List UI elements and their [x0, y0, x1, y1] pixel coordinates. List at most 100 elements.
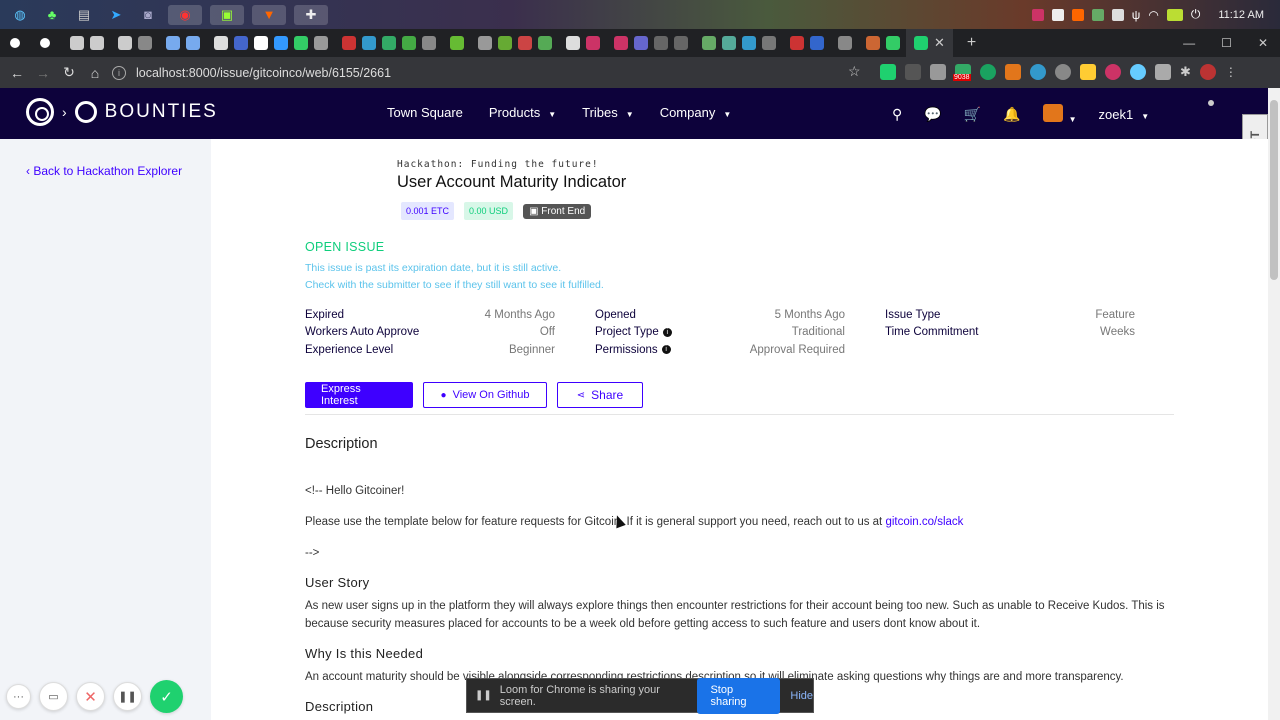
forward-icon[interactable]: →: [30, 65, 56, 81]
site-info-icon[interactable]: i: [112, 65, 126, 80]
tray-app-icon[interactable]: [1111, 8, 1124, 21]
tab-favicon[interactable]: [478, 36, 492, 50]
scrollbar-thumb[interactable]: [1270, 100, 1278, 280]
slack-icon[interactable]: ✚: [294, 4, 328, 25]
battery-icon[interactable]: [1166, 8, 1183, 21]
tab-favicon[interactable]: [118, 36, 132, 50]
bookmark-star-icon[interactable]: ☆: [848, 63, 861, 80]
files-icon[interactable]: ▤: [72, 5, 96, 25]
user-menu[interactable]: zoek1 ▼: [1099, 107, 1150, 122]
info-icon[interactable]: i: [661, 345, 671, 355]
tab-favicon[interactable]: [362, 36, 376, 50]
extension-icon[interactable]: [1155, 64, 1171, 80]
discord-icon[interactable]: ◙: [136, 5, 160, 25]
deepin-icon[interactable]: ◍: [8, 5, 32, 25]
tab-favicon[interactable]: [166, 36, 180, 50]
tab-favicon[interactable]: [702, 36, 716, 50]
telegram-icon[interactable]: ➤: [104, 5, 128, 25]
slack-link[interactable]: gitcoin.co/slack: [885, 516, 963, 528]
tab-favicon[interactable]: [234, 36, 248, 50]
tab-favicon[interactable]: [654, 36, 668, 50]
close-window-icon[interactable]: ✕: [1258, 36, 1268, 50]
tray-app-icon[interactable]: [1031, 8, 1044, 21]
grammarly-icon[interactable]: [980, 64, 996, 80]
back-icon[interactable]: ←: [4, 65, 30, 81]
tab-favicon[interactable]: [518, 36, 532, 50]
tab-favicon[interactable]: [90, 36, 104, 50]
tab-favicon[interactable]: [402, 36, 416, 50]
tab-favicon[interactable]: [886, 36, 900, 50]
chat-icon[interactable]: 💬: [924, 106, 941, 123]
cart-icon[interactable]: 🛒: [964, 106, 981, 123]
info-icon[interactable]: i: [662, 327, 672, 337]
pause-icon[interactable]: ❚❚: [113, 682, 142, 711]
tab-active[interactable]: ✕: [906, 29, 953, 57]
usb-icon[interactable]: ψ: [1132, 8, 1141, 22]
extension-icon[interactable]: [1080, 64, 1096, 80]
extension-icon[interactable]: [1130, 64, 1146, 80]
extension-badge-icon[interactable]: 9038: [953, 64, 971, 81]
wifi-icon[interactable]: ◠: [1148, 8, 1158, 22]
pycharm-icon[interactable]: ▣: [210, 4, 244, 25]
tab-favicon[interactable]: [294, 36, 308, 50]
new-tab-icon[interactable]: +: [967, 34, 976, 52]
tab-favicon[interactable]: [762, 36, 776, 50]
tab-favicon[interactable]: [722, 36, 736, 50]
menu-tribes[interactable]: Tribes ▼: [582, 105, 634, 120]
hide-banner-button[interactable]: Hide: [790, 690, 813, 702]
page-scrollbar[interactable]: [1268, 88, 1280, 720]
wallet-menu[interactable]: ▼: [1042, 104, 1077, 125]
close-tab-icon[interactable]: ✕: [934, 35, 945, 51]
tab-favicon[interactable]: [810, 36, 824, 50]
maximize-icon[interactable]: ☐: [1221, 36, 1232, 50]
share-button[interactable]: ⋖ Share: [557, 382, 643, 408]
menu-town-square[interactable]: Town Square: [387, 105, 463, 120]
tab-favicon[interactable]: [422, 36, 436, 50]
clock[interactable]: 11:12 AM: [1218, 9, 1264, 21]
extension-icon[interactable]: [1055, 64, 1071, 80]
tab-favicon[interactable]: [382, 36, 396, 50]
tab-favicon[interactable]: [214, 36, 228, 50]
menu-products[interactable]: Products ▼: [489, 105, 556, 120]
tab-favicon[interactable]: [634, 36, 648, 50]
hackathon-title[interactable]: Hackathon: Funding the future!: [397, 159, 599, 170]
keyword-badge[interactable]: ▣ Front End: [523, 203, 592, 219]
tab-favicon[interactable]: [274, 36, 288, 50]
extensions-puzzle-icon[interactable]: ✱: [1180, 64, 1191, 80]
tab-favicon[interactable]: [566, 36, 580, 50]
tab-favicon[interactable]: [186, 36, 200, 50]
tab-favicon[interactable]: [138, 36, 152, 50]
tab-favicon[interactable]: [742, 36, 756, 50]
more-options-icon[interactable]: ···: [6, 684, 31, 709]
view-on-github-button[interactable]: ● View On Github: [423, 382, 547, 408]
tab-favicon[interactable]: [586, 36, 600, 50]
tab-favicon[interactable]: [10, 38, 20, 48]
bell-icon[interactable]: 🔔: [1003, 106, 1020, 123]
tab-favicon[interactable]: [674, 36, 688, 50]
menu-company[interactable]: Company ▼: [660, 105, 732, 120]
chrome-icon[interactable]: ◉: [168, 4, 202, 25]
finish-recording-icon[interactable]: ✓: [150, 680, 183, 713]
tab-favicon[interactable]: [342, 36, 356, 50]
back-to-hackathon-link[interactable]: ‹ Back to Hackathon Explorer: [26, 164, 182, 178]
reload-icon[interactable]: ↻: [56, 64, 82, 81]
tab-favicon[interactable]: [70, 36, 84, 50]
minimize-icon[interactable]: —: [1183, 36, 1195, 50]
tab-favicon[interactable]: [40, 38, 50, 48]
tab-favicon[interactable]: [838, 36, 852, 50]
tray-app-icon[interactable]: [1091, 8, 1104, 21]
power-icon[interactable]: ⏻: [1191, 7, 1201, 22]
tab-favicon[interactable]: [866, 36, 880, 50]
gitcoin-logo[interactable]: › BOUNTIES: [26, 98, 218, 126]
tab-favicon[interactable]: [614, 36, 628, 50]
extension-icon[interactable]: [1030, 64, 1046, 80]
leaf-icon[interactable]: ♣: [40, 5, 64, 25]
tab-favicon[interactable]: [790, 36, 804, 50]
pocket-icon[interactable]: [905, 64, 921, 80]
extension-icon[interactable]: [880, 64, 896, 80]
tab-favicon[interactable]: [450, 36, 464, 50]
express-interest-button[interactable]: Express Interest: [305, 382, 413, 408]
profile-avatar[interactable]: [1199, 64, 1216, 80]
camera-off-icon[interactable]: ▭: [39, 682, 68, 711]
search-icon[interactable]: ⚲: [892, 106, 902, 123]
